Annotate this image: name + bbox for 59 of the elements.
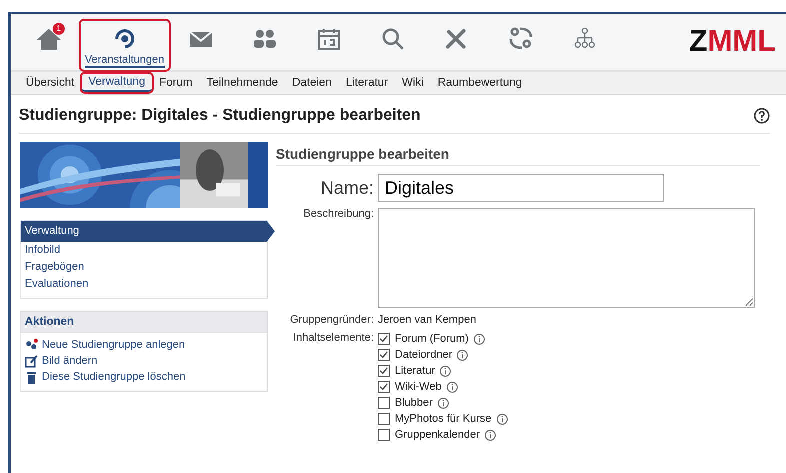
edit-icon	[25, 354, 38, 368]
info-icon[interactable]	[440, 366, 452, 376]
field-label: Gruppengründer:	[289, 314, 374, 326]
people-icon	[252, 27, 278, 51]
exchange-icon	[508, 27, 534, 51]
tab[interactable]: Teilnehmende	[200, 75, 286, 91]
action-link[interactable]: Neue Studiengruppe anlegen	[25, 337, 263, 353]
nav-item[interactable]: Veranstaltungen	[79, 19, 171, 72]
sidebar-item[interactable]: Infobild	[21, 242, 267, 259]
sidebar-item[interactable]: Verwaltung	[21, 221, 275, 242]
field-label: Inhaltselemente:	[292, 332, 374, 344]
checkbox-label: Wiki-Web	[395, 380, 442, 394]
group-add-icon	[25, 338, 38, 352]
tab[interactable]: Dateien	[285, 75, 339, 91]
checkbox[interactable]	[378, 349, 390, 361]
logo: ZMML	[689, 25, 776, 59]
info-icon[interactable]	[474, 334, 485, 344]
info-icon[interactable]	[438, 398, 449, 408]
info-icon[interactable]	[457, 350, 468, 360]
checkbox[interactable]	[378, 397, 390, 409]
action-link[interactable]: Diese Studiengruppe löschen	[25, 369, 263, 385]
checkbox-label: Gruppenkalender	[395, 428, 480, 442]
help-icon[interactable]	[754, 108, 770, 124]
home-icon	[36, 27, 62, 51]
checkbox-label: Forum (Forum)	[395, 332, 469, 346]
field-label: Name:	[320, 178, 374, 198]
checkbox[interactable]	[378, 429, 390, 441]
checkbox-label: MyPhotos für Kurse	[395, 412, 492, 426]
field-label: Beschreibung:	[302, 208, 374, 220]
notification-badge: 1	[53, 23, 65, 35]
checkbox-label: Blubber	[395, 396, 433, 410]
tab[interactable]: Wiki	[395, 75, 431, 91]
nav-label: Veranstaltungen	[85, 54, 165, 68]
info-icon[interactable]	[446, 382, 458, 392]
tab[interactable]: Forum	[152, 75, 200, 91]
name-field[interactable]: Digitales	[378, 174, 664, 202]
founder-name: Jeroen van Kempen	[378, 314, 476, 326]
checkbox[interactable]	[378, 413, 390, 425]
info-icon[interactable]	[496, 414, 508, 424]
checkbox[interactable]	[378, 381, 390, 393]
tab[interactable]: Literatur	[338, 75, 396, 91]
action-link[interactable]: Bild ändern	[25, 353, 263, 369]
checkbox[interactable]	[378, 333, 390, 345]
checkbox-label: Literatur	[395, 364, 436, 378]
sidebar-item[interactable]: Evaluationen	[21, 276, 267, 293]
page-title: Studiengruppe: Digitales - Studiengruppe bearbeiten	[19, 107, 421, 125]
tab[interactable]: Übersicht	[19, 75, 82, 91]
calendar-icon	[316, 27, 342, 51]
description-field[interactable]	[378, 208, 755, 308]
tab[interactable]: Raumbewertung	[430, 75, 530, 91]
info-icon[interactable]	[485, 430, 496, 440]
tab[interactable]: Verwaltung	[82, 74, 152, 92]
checkbox-label: Dateiordner	[395, 348, 452, 362]
sidebar-item[interactable]: Fragebögen	[21, 259, 267, 276]
section-heading: Studiengruppe bearbeiten	[276, 146, 760, 166]
nav-item[interactable]: 1	[29, 19, 69, 55]
panel-title: Aktionen	[21, 312, 267, 333]
trash-icon	[25, 370, 38, 384]
checkbox[interactable]	[378, 365, 390, 377]
